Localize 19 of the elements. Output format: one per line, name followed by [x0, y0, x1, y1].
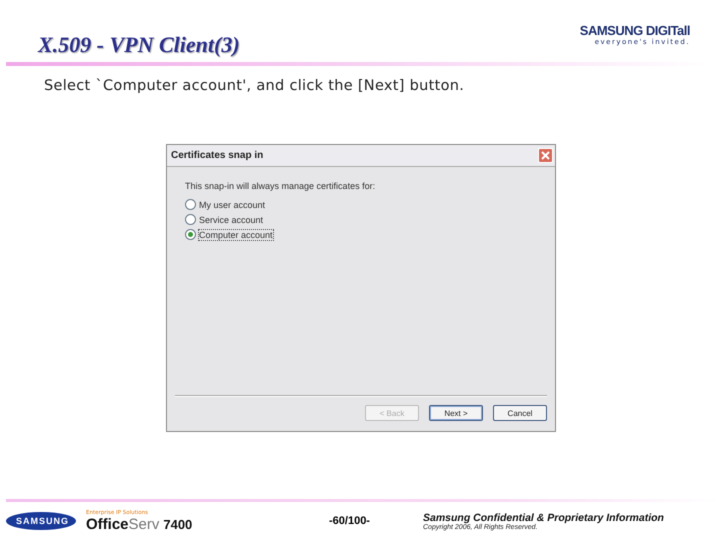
radio-label[interactable]: My user account	[199, 200, 266, 210]
radio-button[interactable]	[185, 199, 196, 210]
page-number: -60/100-	[329, 515, 371, 527]
dialog-title: Certificates snap in	[171, 150, 264, 161]
radio-label[interactable]: Computer account	[199, 230, 273, 240]
slide-title: X.509 - VPN Client(3)	[38, 32, 240, 58]
radio-button[interactable]	[185, 214, 196, 225]
prompt-text: This snap-in will always manage certificates for:	[185, 181, 376, 191]
dialog-button[interactable]: Cancel	[493, 405, 547, 421]
radio-label[interactable]: Service account	[199, 214, 264, 224]
company-logo: SAMSUNG	[6, 512, 76, 530]
dialog-button[interactable]: Next >	[429, 405, 483, 421]
confidential-notice: Samsung Confidential & Proprietary Information	[423, 512, 664, 524]
brand-logo: SAMSUNG DIGITall	[580, 23, 690, 38]
product-name: OfficeServ	[86, 516, 160, 532]
product-model: 7400	[163, 516, 192, 532]
close-button[interactable]	[538, 148, 553, 163]
radio-button[interactable]	[185, 229, 196, 240]
instruction-text: Select `Computer account', and click the [Next] button.	[43, 77, 466, 94]
